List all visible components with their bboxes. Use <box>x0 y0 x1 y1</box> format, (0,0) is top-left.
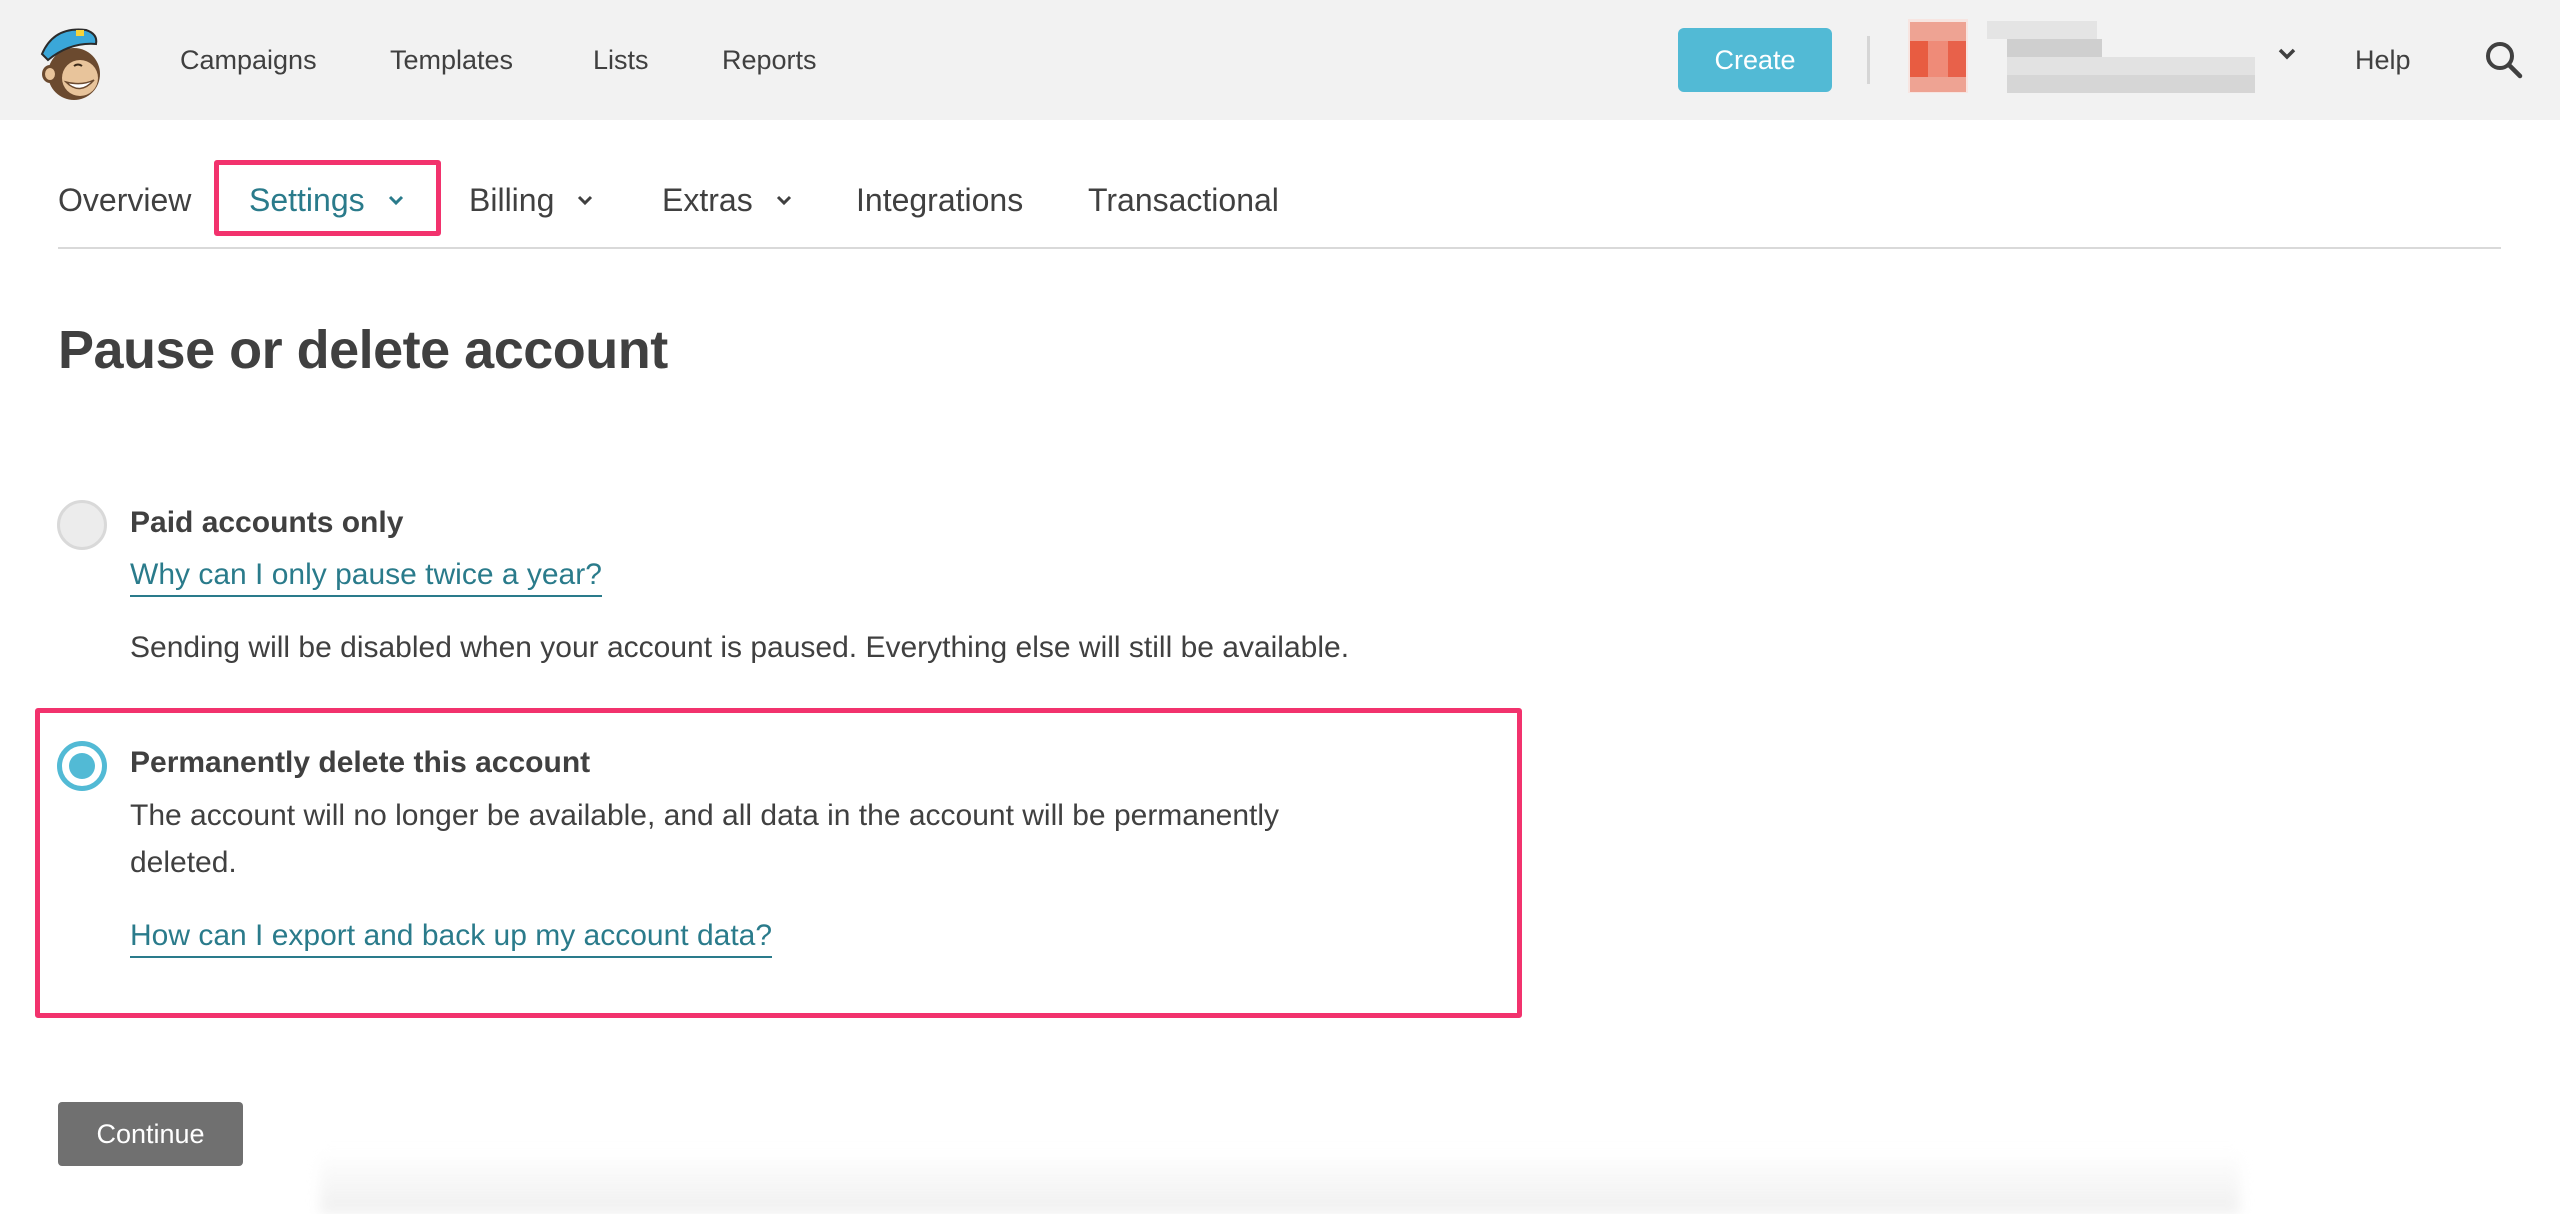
tab-extras[interactable]: Extras <box>662 178 793 222</box>
tab-settings[interactable]: Settings <box>249 178 405 222</box>
tab-label: Extras <box>662 182 753 218</box>
header-divider <box>1867 36 1870 84</box>
account-avatar[interactable] <box>1908 19 1968 93</box>
radio-delete-account[interactable] <box>57 741 107 791</box>
account-name-redacted[interactable] <box>1987 19 2255 93</box>
chevron-down-icon <box>388 195 403 205</box>
top-header: Campaigns Templates Lists Reports Create… <box>0 0 2560 120</box>
option-pause-description: Sending will be disabled when your accou… <box>130 631 1350 664</box>
tab-label: Overview <box>58 182 192 218</box>
bottom-shadow <box>320 1150 2240 1214</box>
chevron-down-icon <box>578 195 593 205</box>
radio-pause-account[interactable] <box>57 500 107 550</box>
page-title: Pause or delete account <box>58 320 668 380</box>
tab-label: Billing <box>469 182 555 218</box>
account-chevron-down-icon[interactable] <box>2275 42 2299 66</box>
nav-campaigns[interactable]: Campaigns <box>180 40 317 80</box>
help-link[interactable]: Help <box>2355 40 2411 80</box>
tab-label: Transactional <box>1088 182 1279 218</box>
option-delete-description: The account will no longer be available,… <box>130 799 1280 879</box>
export-data-help-link[interactable]: How can I export and back up my account … <box>130 916 773 958</box>
mailchimp-logo-icon[interactable] <box>34 22 112 102</box>
tab-overview[interactable]: Overview <box>58 178 191 222</box>
chevron-down-icon <box>776 195 791 205</box>
nav-templates[interactable]: Templates <box>390 40 513 80</box>
create-button[interactable]: Create <box>1678 28 1832 92</box>
tab-integrations[interactable]: Integrations <box>856 178 1023 222</box>
tab-transactional[interactable]: Transactional <box>1088 178 1279 222</box>
nav-lists[interactable]: Lists <box>593 40 649 80</box>
option-pause-label: Paid accounts only <box>130 506 404 539</box>
pause-twice-help-link[interactable]: Why can I only pause twice a year? <box>130 555 602 597</box>
subnav-divider <box>58 247 2501 249</box>
option-delete-label: Permanently delete this account <box>130 746 591 779</box>
tab-billing[interactable]: Billing <box>469 178 594 222</box>
continue-button[interactable]: Continue <box>58 1102 243 1166</box>
nav-reports[interactable]: Reports <box>722 40 817 80</box>
search-icon[interactable] <box>2484 40 2524 80</box>
tab-label: Settings <box>249 182 365 218</box>
radio-selected-dot <box>69 753 95 779</box>
tab-label: Integrations <box>856 182 1024 218</box>
